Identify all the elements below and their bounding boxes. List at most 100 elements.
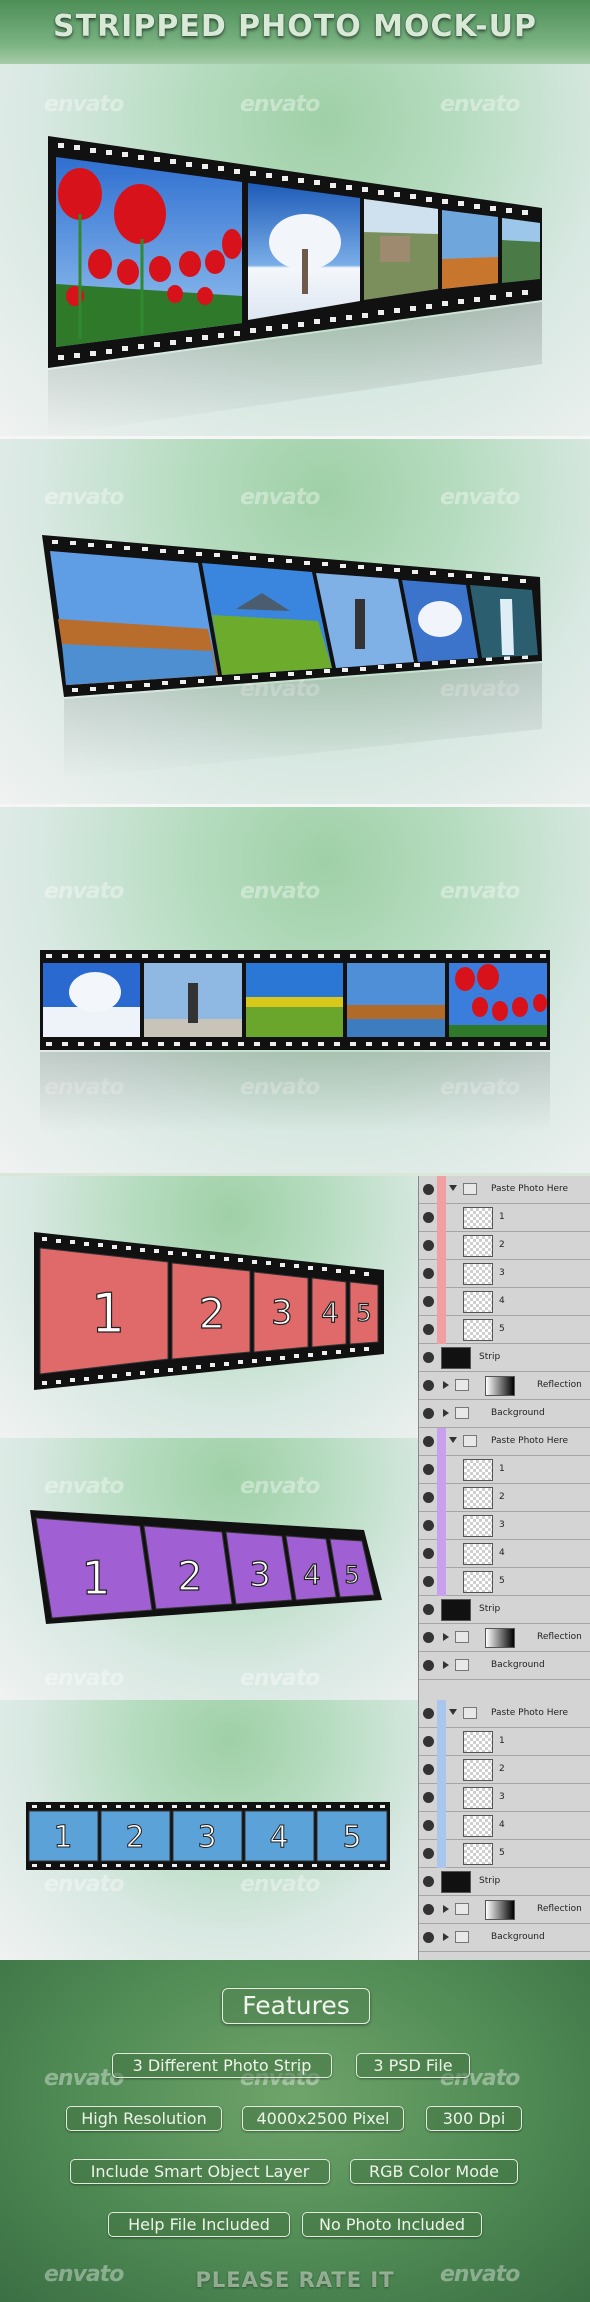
eye-icon[interactable] bbox=[423, 1632, 434, 1643]
eye-icon[interactable] bbox=[423, 1660, 434, 1671]
color-tag bbox=[437, 1540, 446, 1568]
eye-icon[interactable] bbox=[423, 1548, 434, 1559]
eye-icon[interactable] bbox=[423, 1240, 434, 1251]
mockup-panel-red: envato envato 1 2 3 4 5 bbox=[0, 1176, 418, 1438]
frame-number: 2 bbox=[177, 1554, 202, 1600]
eye-icon[interactable] bbox=[423, 1436, 434, 1447]
layer-name: 1 bbox=[499, 1464, 505, 1474]
layer-name: 5 bbox=[499, 1848, 505, 1858]
eye-icon[interactable] bbox=[423, 1408, 434, 1419]
chevron-down-icon[interactable] bbox=[449, 1185, 457, 1191]
color-tag bbox=[437, 1316, 446, 1344]
photo-strip-flat bbox=[40, 950, 550, 1132]
layer-row[interactable]: 4 bbox=[419, 1812, 590, 1840]
eye-icon[interactable] bbox=[423, 1848, 434, 1859]
eye-icon[interactable] bbox=[423, 1820, 434, 1831]
chevron-right-icon[interactable] bbox=[443, 1409, 449, 1417]
feature-badge: 3 PSD File bbox=[356, 2053, 470, 2078]
layer-name: 3 bbox=[499, 1792, 505, 1802]
frame-number: 5 bbox=[342, 1820, 361, 1855]
eye-icon[interactable] bbox=[423, 1464, 434, 1475]
chevron-down-icon[interactable] bbox=[449, 1709, 457, 1715]
layer-name: 1 bbox=[499, 1212, 505, 1222]
layer-row[interactable]: 5 bbox=[419, 1840, 590, 1868]
chevron-right-icon[interactable] bbox=[443, 1933, 449, 1941]
chevron-down-icon[interactable] bbox=[449, 1437, 457, 1443]
layer-name: Strip bbox=[479, 1876, 501, 1886]
layer-reflection[interactable]: Reflection bbox=[419, 1372, 590, 1400]
layer-reflection[interactable]: Reflection bbox=[419, 1624, 590, 1652]
eye-icon[interactable] bbox=[423, 1736, 434, 1747]
layer-thumbnail bbox=[463, 1759, 493, 1781]
frame-number: 5 bbox=[344, 1561, 359, 1589]
photo-strip-tilted bbox=[42, 535, 542, 779]
folder-icon bbox=[455, 1631, 469, 1643]
eye-icon[interactable] bbox=[423, 1268, 434, 1279]
numbered-strip-blue: 1 2 3 4 5 bbox=[26, 1802, 390, 1870]
eye-icon[interactable] bbox=[423, 1576, 434, 1587]
eye-icon[interactable] bbox=[423, 1352, 434, 1363]
layer-row[interactable]: 5 bbox=[419, 1568, 590, 1596]
eye-icon[interactable] bbox=[423, 1764, 434, 1775]
layer-strip[interactable]: Strip bbox=[419, 1344, 590, 1372]
layer-row[interactable]: 3 bbox=[419, 1784, 590, 1812]
eye-icon[interactable] bbox=[423, 1876, 434, 1887]
chevron-right-icon[interactable] bbox=[443, 1905, 449, 1913]
layer-row[interactable]: 1 bbox=[419, 1456, 590, 1484]
color-tag bbox=[437, 1840, 446, 1868]
color-tag bbox=[437, 1176, 446, 1204]
eye-icon[interactable] bbox=[423, 1708, 434, 1719]
layer-thumbnail bbox=[463, 1571, 493, 1593]
layer-background[interactable]: Background bbox=[419, 1924, 590, 1952]
layer-name: 5 bbox=[499, 1324, 505, 1334]
layer-row[interactable]: 1 bbox=[419, 1728, 590, 1756]
eye-icon[interactable] bbox=[423, 1604, 434, 1615]
mockup-panel-2: envato envato envato envato envato bbox=[0, 439, 590, 804]
layer-thumbnail bbox=[463, 1319, 493, 1341]
folder-icon bbox=[455, 1931, 469, 1943]
color-tag bbox=[437, 1260, 446, 1288]
color-tag bbox=[437, 1756, 446, 1784]
chevron-right-icon[interactable] bbox=[443, 1381, 449, 1389]
layer-row[interactable]: 5 bbox=[419, 1316, 590, 1344]
frame-number: 4 bbox=[269, 1820, 288, 1855]
chevron-right-icon[interactable] bbox=[443, 1661, 449, 1669]
layer-name: Paste Photo Here bbox=[491, 1184, 569, 1194]
mockup-panel-blue: envato envato 1 2 3 4 5 bbox=[0, 1700, 418, 1960]
eye-icon[interactable] bbox=[423, 1492, 434, 1503]
eye-icon[interactable] bbox=[423, 1904, 434, 1915]
features-title: Features bbox=[222, 1988, 370, 2024]
eye-icon[interactable] bbox=[423, 1324, 434, 1335]
eye-icon[interactable] bbox=[423, 1520, 434, 1531]
layer-row[interactable]: 2 bbox=[419, 1756, 590, 1784]
layer-row[interactable]: 4 bbox=[419, 1540, 590, 1568]
layers-panel: Paste Photo Here 1 2 3 4 5 Strip Reflect… bbox=[418, 1176, 590, 1960]
layer-row[interactable]: 1 bbox=[419, 1204, 590, 1232]
eye-icon[interactable] bbox=[423, 1184, 434, 1195]
layer-row[interactable]: 2 bbox=[419, 1484, 590, 1512]
layer-background[interactable]: Background bbox=[419, 1652, 590, 1680]
eye-icon[interactable] bbox=[423, 1792, 434, 1803]
eye-icon[interactable] bbox=[423, 1932, 434, 1943]
mockup-panel-1: envato envato envato bbox=[0, 64, 590, 436]
layer-name: Background bbox=[491, 1932, 545, 1942]
frame-number: 1 bbox=[53, 1820, 72, 1855]
layer-name: 2 bbox=[499, 1764, 505, 1774]
layer-group-paste-photo[interactable]: Paste Photo Here bbox=[419, 1428, 590, 1456]
eye-icon[interactable] bbox=[423, 1380, 434, 1391]
layer-strip[interactable]: Strip bbox=[419, 1596, 590, 1624]
layer-group-paste-photo[interactable]: Paste Photo Here bbox=[419, 1700, 590, 1728]
layer-row[interactable]: 2 bbox=[419, 1232, 590, 1260]
eye-icon[interactable] bbox=[423, 1296, 434, 1307]
layer-background[interactable]: Background bbox=[419, 1400, 590, 1428]
color-tag bbox=[437, 1568, 446, 1596]
layer-row[interactable]: 3 bbox=[419, 1260, 590, 1288]
eye-icon[interactable] bbox=[423, 1212, 434, 1223]
layer-row[interactable]: 4 bbox=[419, 1288, 590, 1316]
chevron-right-icon[interactable] bbox=[443, 1633, 449, 1641]
layer-reflection[interactable]: Reflection bbox=[419, 1896, 590, 1924]
layer-row[interactable]: 3 bbox=[419, 1512, 590, 1540]
layer-strip[interactable]: Strip bbox=[419, 1868, 590, 1896]
layer-group-paste-photo[interactable]: Paste Photo Here bbox=[419, 1176, 590, 1204]
frame-number: 4 bbox=[303, 1558, 321, 1591]
